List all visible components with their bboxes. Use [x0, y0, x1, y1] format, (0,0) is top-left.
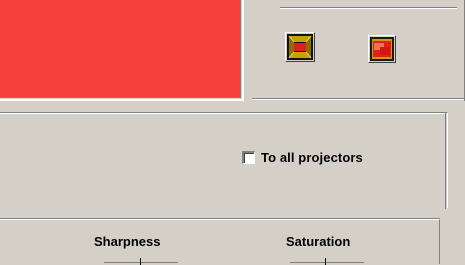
view-button-panel	[252, 0, 465, 101]
screen-red-icon	[370, 37, 394, 61]
apply-all-checkbox[interactable]	[242, 150, 255, 164]
column-header-sharpness[interactable]: Sharpness	[94, 234, 160, 249]
options-group	[0, 112, 448, 209]
screen-view-button[interactable]	[368, 35, 396, 63]
color-preview-frame	[0, 0, 244, 101]
projector-settings-panel: To all projectors Sharpness Saturation	[0, 0, 465, 265]
column-header-saturation[interactable]: Saturation	[286, 234, 350, 249]
settings-table-header: Sharpness Saturation	[0, 218, 440, 265]
apply-all-label: To all projectors	[261, 149, 363, 165]
frame-red-icon	[287, 34, 313, 60]
slider-track-sharpness[interactable]	[104, 262, 178, 263]
color-preview-swatch	[0, 0, 241, 98]
divider	[252, 99, 464, 100]
divider	[280, 8, 457, 9]
slider-track-saturation[interactable]	[290, 262, 364, 263]
frame-view-button[interactable]	[285, 32, 315, 62]
apply-all-option[interactable]: To all projectors	[242, 147, 363, 167]
